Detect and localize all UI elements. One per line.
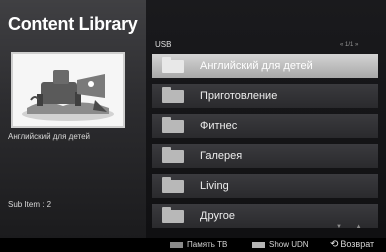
- preview-caption: Английский для детей: [8, 132, 90, 141]
- folder-icon: [162, 87, 184, 103]
- preview-thumbnail: [11, 52, 125, 128]
- list-item-label: Другое: [200, 210, 235, 222]
- left-panel: Content Library Английский для детей Sub…: [0, 0, 146, 238]
- list-item-label: Приготовление: [200, 90, 278, 102]
- show-udn-button[interactable]: Show UDN: [252, 240, 309, 249]
- memory-label: Память ТВ: [187, 240, 228, 249]
- show-udn-label: Show UDN: [269, 240, 309, 249]
- return-icon: ⟲: [330, 239, 339, 250]
- folder-icon: [162, 57, 184, 73]
- source-label: USB: [155, 40, 172, 49]
- list-item[interactable]: Английский для детей: [152, 54, 378, 78]
- return-label: Возврат: [340, 239, 375, 249]
- sub-item-count: Sub Item : 2: [8, 200, 52, 209]
- folder-list: Английский для детей Приготовление Фитне…: [152, 54, 378, 234]
- list-item[interactable]: Living: [152, 174, 378, 198]
- gray-key-icon: [170, 241, 183, 248]
- page-indicator[interactable]: « 1/1 »: [340, 42, 358, 48]
- list-item-label: Галерея: [200, 150, 243, 162]
- page-title: Content Library: [8, 14, 138, 34]
- footer-bar: Память ТВ Show UDN ⟲ Возврат: [0, 238, 386, 252]
- list-item-label: Английский для детей: [200, 60, 313, 72]
- list-item[interactable]: Приготовление: [152, 84, 378, 108]
- list-item-label: Living: [200, 180, 229, 192]
- folder-icon: [162, 207, 184, 223]
- list-item[interactable]: Галерея: [152, 144, 378, 168]
- folder-icon: [162, 147, 184, 163]
- list-item[interactable]: Фитнес: [152, 114, 378, 138]
- light-key-icon: [252, 241, 265, 248]
- list-item-label: Фитнес: [200, 120, 238, 132]
- folder-icon: [162, 117, 184, 133]
- memory-button[interactable]: Память ТВ: [170, 240, 227, 249]
- preview-image: [13, 54, 123, 126]
- return-button[interactable]: ⟲ Возврат: [330, 239, 374, 250]
- folder-icon: [162, 177, 184, 193]
- scroll-arrows[interactable]: ▼ ▲: [336, 224, 368, 230]
